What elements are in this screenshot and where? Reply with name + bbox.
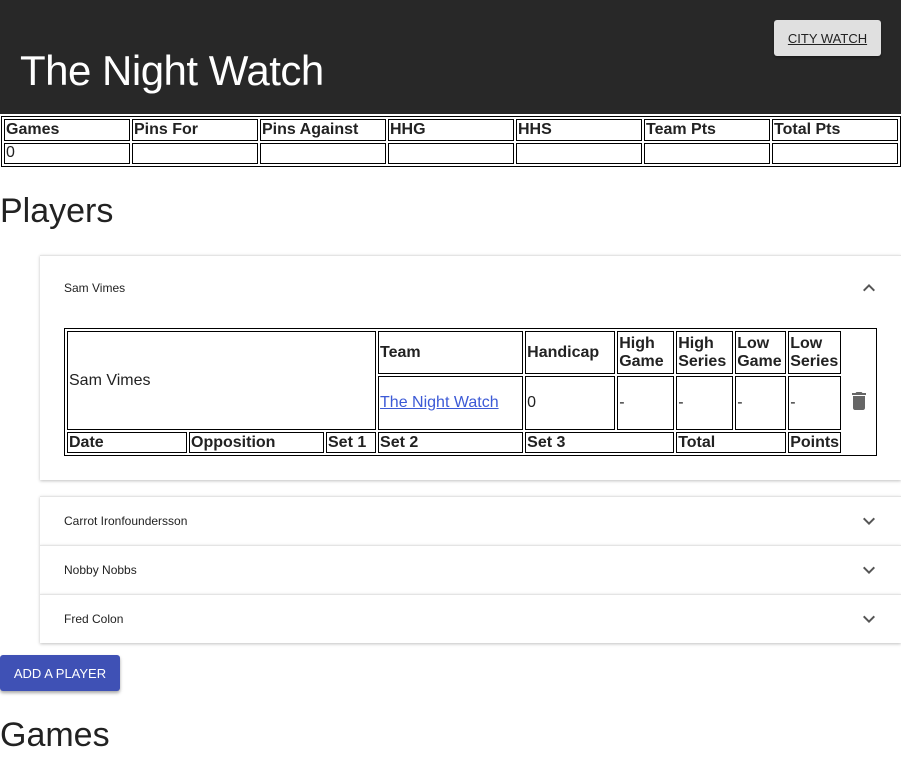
summary-header-hhg: HHG (388, 119, 514, 141)
player-panel-fred: Fred Colon (40, 594, 901, 643)
stat-value-high-game: - (617, 376, 675, 430)
summary-value-total-pts (772, 142, 898, 164)
player-panel-body: Sam Vimes Team Handicap High Game High S… (40, 320, 901, 480)
game-header-row: Date Opposition Set 1 Set 2 Set 3 Total … (67, 432, 874, 453)
player-name-display: Sam Vimes (67, 331, 377, 430)
stat-header-handicap: Handicap (525, 331, 616, 374)
stat-value-low-game: - (735, 376, 787, 430)
game-header-date: Date (67, 432, 187, 453)
summary-header-pins-against: Pins Against (260, 119, 386, 141)
stat-header-high-series: High Series (676, 331, 734, 374)
chevron-down-icon[interactable] (857, 558, 881, 582)
stat-value-team: The Night Watch (378, 376, 524, 430)
player-panel-sam-vimes: Sam Vimes Sam Vimes Team Handicap High G… (40, 255, 901, 480)
player-name-label: Nobby Nobbs (64, 563, 137, 577)
player-name-label: Sam Vimes (64, 281, 126, 295)
player-panel-carrot: Carrot Ironfoundersson (40, 496, 901, 545)
game-header-total: Total (676, 432, 787, 453)
empty-cell (843, 432, 874, 453)
stat-header-team: Team (378, 331, 524, 374)
player-panel-header[interactable]: Sam Vimes (40, 256, 901, 320)
game-header-set-1: Set 1 (326, 432, 377, 453)
stat-value-low-series: - (788, 376, 842, 430)
player-detail-table: Sam Vimes Team Handicap High Game High S… (64, 328, 877, 456)
game-header-set-2: Set 2 (378, 432, 524, 453)
summary-header-row: Games Pins For Pins Against HHG HHS Team… (4, 119, 898, 141)
chevron-up-icon[interactable] (857, 276, 881, 300)
summary-header-pins-for: Pins For (132, 119, 258, 141)
trash-icon[interactable] (847, 389, 871, 413)
player-panel-header[interactable]: Fred Colon (40, 595, 901, 643)
chevron-down-icon[interactable] (857, 607, 881, 631)
summary-header-total-pts: Total Pts (772, 119, 898, 141)
player-panel-header[interactable]: Nobby Nobbs (40, 546, 901, 594)
city-watch-button[interactable]: City Watch (774, 20, 881, 56)
player-panel-nobby: Nobby Nobbs (40, 545, 901, 594)
summary-header-games: Games (4, 119, 130, 141)
summary-value-games: 0 (4, 142, 130, 164)
stat-header-low-game: Low Game (735, 331, 787, 374)
player-stat-header-row: Sam Vimes Team Handicap High Game High S… (67, 331, 874, 430)
team-title: The Night Watch (20, 47, 324, 94)
summary-value-hhs (516, 142, 642, 164)
games-heading: Games (0, 716, 110, 754)
game-header-points: Points (788, 432, 842, 453)
stat-value-high-series: - (676, 376, 734, 430)
summary-value-pins-for (132, 142, 258, 164)
stat-header-low-series: Low Series (788, 331, 842, 374)
team-summary-table: Games Pins For Pins Against HHG HHS Team… (1, 116, 901, 167)
summary-value-hhg (388, 142, 514, 164)
game-header-opposition: Opposition (189, 432, 324, 453)
stat-header-high-game: High Game (617, 331, 675, 374)
players-accordion: Sam Vimes Sam Vimes Team Handicap High G… (40, 255, 901, 643)
add-player-button[interactable]: Add a player (0, 655, 120, 691)
player-name-label: Fred Colon (64, 612, 124, 626)
empty-cell (843, 331, 874, 374)
app-header: The Night Watch City Watch (0, 0, 901, 114)
team-link[interactable]: The Night Watch (380, 394, 499, 411)
delete-player-button[interactable] (843, 376, 874, 430)
chevron-down-icon[interactable] (857, 509, 881, 533)
player-panel-header[interactable]: Carrot Ironfoundersson (40, 497, 901, 545)
stat-value-handicap: 0 (525, 376, 616, 430)
players-heading: Players (0, 192, 114, 230)
summary-header-team-pts: Team Pts (644, 119, 770, 141)
player-name-label: Carrot Ironfoundersson (64, 514, 188, 528)
game-header-set-3: Set 3 (525, 432, 675, 453)
summary-value-team-pts (644, 142, 770, 164)
summary-value-row: 0 (4, 142, 898, 164)
summary-header-hhs: HHS (516, 119, 642, 141)
summary-value-pins-against (260, 142, 386, 164)
